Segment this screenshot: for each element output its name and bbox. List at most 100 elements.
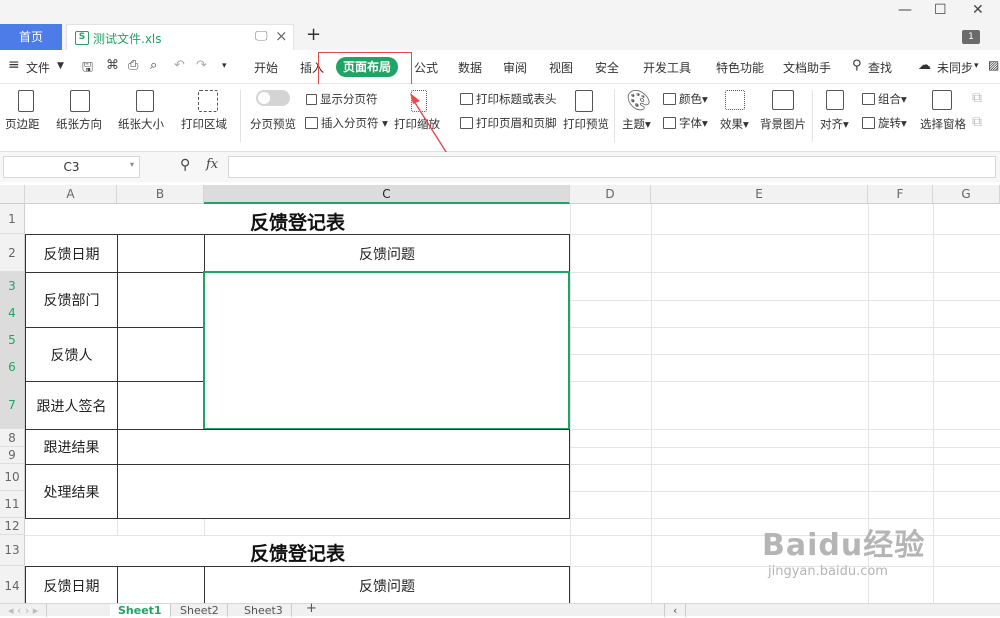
value-feedback-date[interactable] xyxy=(117,234,205,273)
scrollbar-left-icon[interactable]: ‹ xyxy=(664,604,687,617)
paper-size-button[interactable]: 纸张大小 xyxy=(118,116,164,132)
minimize-button[interactable]: — xyxy=(898,2,912,18)
sync-status[interactable]: 未同步 xyxy=(937,59,973,76)
select-all-corner[interactable] xyxy=(0,185,25,204)
margins-button[interactable]: 页边距 xyxy=(5,116,40,132)
row-header-3[interactable]: 3 xyxy=(0,272,25,300)
hamburger-icon[interactable]: ≡ xyxy=(8,57,20,73)
menu-doc-assistant[interactable]: 文档助手 xyxy=(783,59,831,76)
row-header-4[interactable]: 4 xyxy=(0,300,25,327)
print-area-button[interactable]: 打印区域 xyxy=(181,116,227,132)
row-header-14[interactable]: 14 xyxy=(0,566,25,603)
chevron-down-icon[interactable]: ▾ xyxy=(974,61,979,71)
fx-icon[interactable]: fx xyxy=(206,157,218,172)
label-person[interactable]: 反馈人 xyxy=(25,327,118,382)
formula-input[interactable] xyxy=(228,156,996,178)
theme-button[interactable]: 主题▾ xyxy=(622,116,651,132)
menu-developer[interactable]: 开发工具 xyxy=(643,59,691,76)
zoom-icon[interactable]: ⚲ xyxy=(180,157,190,173)
label-feedback-date[interactable]: 反馈日期 xyxy=(25,234,118,273)
label-handle-result[interactable]: 处理结果 xyxy=(25,464,118,519)
collapse-icon[interactable]: ▨ xyxy=(988,58,999,72)
search-icon[interactable]: ⚲ xyxy=(852,58,862,73)
close-button[interactable]: ✕ xyxy=(972,2,984,18)
colors-button[interactable]: 颜色▾ xyxy=(663,91,708,107)
menu-security[interactable]: 安全 xyxy=(595,59,619,76)
orientation-button[interactable]: 纸张方向 xyxy=(56,116,102,132)
background-image-button[interactable]: 背景图片 xyxy=(760,116,806,132)
label-feedback-date-2[interactable]: 反馈日期 xyxy=(25,566,118,603)
row-header-11[interactable]: 11 xyxy=(0,491,25,518)
redo-icon[interactable]: ↷ xyxy=(196,58,207,73)
row-header-12[interactable]: 12 xyxy=(0,518,25,535)
new-tab-button[interactable]: + xyxy=(306,24,321,45)
value-person[interactable] xyxy=(117,327,205,382)
chevron-down-icon[interactable]: ▼ xyxy=(57,61,64,71)
show-breaks-checkbox[interactable]: 显示分页符 xyxy=(306,91,378,107)
tab-document[interactable]: S 测试文件.xls 🖵 × xyxy=(66,24,294,50)
print-icon[interactable]: ⎙ xyxy=(128,58,138,73)
align-button[interactable]: 对齐▾ xyxy=(820,116,849,132)
label-feedback-issue-2[interactable]: 反馈问题 xyxy=(204,566,570,603)
maximize-button[interactable]: ☐ xyxy=(934,2,947,18)
menu-data[interactable]: 数据 xyxy=(458,59,482,76)
page-preview-toggle[interactable] xyxy=(256,90,290,106)
cloud-icon[interactable]: ☁ xyxy=(918,58,931,73)
sheet-tab-1[interactable]: Sheet1 xyxy=(110,604,171,617)
effects-button[interactable]: 效果▾ xyxy=(720,116,749,132)
row-header-1[interactable]: 1 xyxy=(0,204,25,234)
selected-cell-C3[interactable] xyxy=(203,271,570,430)
menu-view[interactable]: 视图 xyxy=(549,59,573,76)
row-header-10[interactable]: 10 xyxy=(0,464,25,491)
menu-search[interactable]: 查找 xyxy=(868,59,892,76)
layer-up-icon[interactable]: ⧉ xyxy=(972,90,982,106)
rotate-button[interactable]: 旋转▾ xyxy=(862,115,907,131)
column-header-C[interactable]: C xyxy=(204,185,570,204)
row-header-7[interactable]: 7 xyxy=(0,381,25,429)
row-header-2[interactable]: 2 xyxy=(0,234,25,272)
row-header-6[interactable]: 6 xyxy=(0,354,25,381)
close-tab-icon[interactable]: × xyxy=(275,27,288,45)
menu-special-features[interactable]: 特色功能 xyxy=(716,59,764,76)
menu-file[interactable]: 文件 xyxy=(26,59,50,76)
label-follow-signer[interactable]: 跟进人签名 xyxy=(25,381,118,430)
group-button[interactable]: 组合▾ xyxy=(862,91,907,107)
format-painter-icon[interactable]: ⌘ xyxy=(106,58,119,73)
selection-pane-button[interactable]: 选择窗格 xyxy=(920,116,966,132)
row-header-5[interactable]: 5 xyxy=(0,327,25,354)
column-header-D[interactable]: D xyxy=(570,185,651,204)
chevron-down-icon[interactable]: ▾ xyxy=(130,160,134,169)
insert-break-button[interactable]: 插入分页符 ▾ xyxy=(305,115,388,131)
row-header-9[interactable]: 9 xyxy=(0,447,25,464)
label-department[interactable]: 反馈部门 xyxy=(25,272,118,328)
print-preview-button[interactable]: 打印预览 xyxy=(563,116,609,132)
value-feedback-date-2[interactable] xyxy=(117,566,205,603)
print-titles-button[interactable]: 打印标题或表头 xyxy=(460,91,557,107)
column-header-F[interactable]: F xyxy=(868,185,933,204)
menu-review[interactable]: 审阅 xyxy=(503,59,527,76)
sheet-tab-2[interactable]: Sheet2 xyxy=(172,604,228,617)
more-icon[interactable]: ▾ xyxy=(222,61,227,71)
undo-icon[interactable]: ↶ xyxy=(174,58,185,73)
preview-icon[interactable]: ⌕ xyxy=(150,58,157,73)
menu-formulas[interactable]: 公式 xyxy=(414,59,438,76)
row-header-13[interactable]: 13 xyxy=(0,535,25,566)
sheet-nav-icon[interactable]: ◂ ‹ › ▸ xyxy=(0,604,48,617)
menu-home[interactable]: 开始 xyxy=(254,59,278,76)
fonts-button[interactable]: 字体▾ xyxy=(663,115,708,131)
monitor-icon[interactable]: 🖵 xyxy=(255,29,268,44)
column-header-G[interactable]: G xyxy=(933,185,1000,204)
layer-down-icon[interactable]: ⧉ xyxy=(972,114,982,130)
column-header-A[interactable]: A xyxy=(25,185,117,204)
save-icon[interactable]: 🖫 xyxy=(82,58,93,80)
label-follow-result[interactable]: 跟进结果 xyxy=(25,429,118,465)
name-box[interactable]: C3 xyxy=(3,156,140,178)
value-follow-signer[interactable] xyxy=(117,381,205,430)
column-header-B[interactable]: B xyxy=(117,185,204,204)
add-sheet-icon[interactable]: + xyxy=(298,602,325,616)
header-footer-button[interactable]: 打印页眉和页脚 xyxy=(460,115,557,131)
sheet-tab-3[interactable]: Sheet3 xyxy=(236,604,292,617)
label-feedback-issue[interactable]: 反馈问题 xyxy=(204,234,570,273)
column-header-E[interactable]: E xyxy=(651,185,868,204)
value-handle-result[interactable] xyxy=(117,464,570,519)
